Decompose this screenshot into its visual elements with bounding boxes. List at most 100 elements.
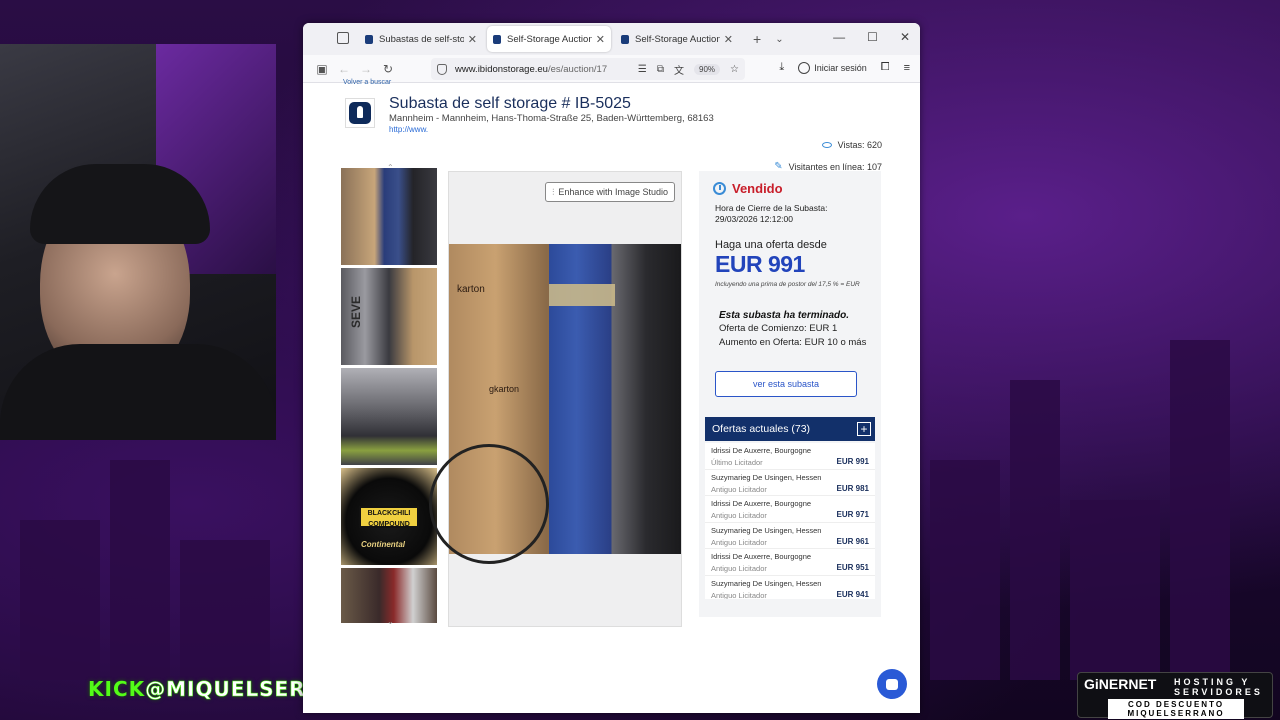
download-icon[interactable]: ⤓ [779,61,784,74]
bidder-name: Suzymarieg De Usingen, Hessen [711,525,822,535]
buyer-premium-note: Incluyendo una prima de postor del 17,5 … [715,281,860,288]
shield-icon[interactable] [437,63,447,75]
url-text[interactable]: www.ibidonstorage.eu/es/auction/17 [455,64,638,75]
sidebar-toggle-icon[interactable]: ▣ [311,62,333,76]
bid-increment: Aumento en Oferta: EUR 10 o más [719,337,867,348]
thumbnail-3[interactable] [341,368,437,465]
translate-icon[interactable]: 文 [674,62,684,77]
close-tab-icon[interactable]: ✕ [724,33,733,46]
bid-amount: EUR 941 [836,589,869,599]
bidder-name: Suzymarieg De Usingen, Hessen [711,578,822,588]
navigation-bar: ▣ ← → ↻ www.ibidonstorage.eu/es/auction/… [303,55,920,83]
new-tab-icon[interactable]: + [753,31,761,47]
thumbnail-5[interactable] [341,568,437,623]
facility-website-link[interactable]: http://www. [389,125,428,134]
enhance-image-button[interactable]: ⫶ Enhance with Image Studio [545,182,675,202]
close-tab-icon[interactable]: ✕ [596,33,605,46]
skyline-building [20,520,100,680]
browser-window: Subastas de self-storage ✕ Self-Storage … [303,23,920,713]
bidder-name: Idrissi De Auxerre, Bourgogne [711,552,812,561]
screenshot-icon[interactable]: ⧉ [657,64,664,75]
site-favicon-icon [621,34,629,44]
main-unit-photo[interactable]: karton gkarton [429,244,681,564]
views-text: Vistas: 620 [837,140,882,150]
ibidon-logo-icon [349,102,371,124]
tab-title: Self-Storage Auction IB [635,33,720,45]
toolbar-right: ⤓ Iniciar sesión ⧠ ≡ [779,61,910,74]
bid-row: Suzymarieg De Usingen, Hessen Antiguo Lic… [705,470,875,496]
facility-address: Mannheim - Mannheim, Hans-Thoma-Straße 2… [389,113,714,124]
bid-row: Suzymarieg De Usingen, Hessen Antiguo Lic… [705,523,875,549]
offer-from-label: Haga una oferta desde [715,239,827,251]
window-controls: — ☐ ✕ [833,30,910,44]
sign-in-label: Iniciar sesión [814,62,867,73]
chevron-down-icon[interactable]: ⌄ [775,34,783,45]
thumbnail-1[interactable] [341,168,437,265]
maximize-icon[interactable]: ☐ [867,30,878,44]
site-favicon-icon [493,34,501,44]
chat-button[interactable] [877,669,907,699]
back-to-search-link[interactable]: Volver a buscar [343,79,391,86]
bid-row: Idrissi De Auxerre, Bourgogne Antiguo Lic… [705,549,875,576]
tab-subastas[interactable]: Subastas de self-storage ✕ [359,26,483,52]
skyline-building [110,460,170,680]
clock-icon [713,182,726,195]
close-tab-icon[interactable]: ✕ [468,33,477,46]
bid-row: Idrissi De Auxerre, Bourgogne Antiguo Lic… [705,496,875,523]
skyline-building [1170,340,1230,680]
bidder-name: Suzymarieg De Usingen, Hessen [711,472,822,482]
bid-row: Suzymarieg De Usingen, Hessen Antiguo Lic… [705,576,875,600]
thumbnail-4[interactable]: BLACKCHILI COMPOUND Continental [341,468,437,565]
tab-list-icon[interactable] [337,32,349,44]
kick-handle-banner: KICK@MIQUELSERRA [88,677,338,705]
auction-ended-label: Esta subasta ha terminado. [719,310,850,321]
bidder-name: Idrissi De Auxerre, Bourgogne [711,446,812,455]
main-image-viewer: ⫶ Enhance with Image Studio karton gkarto… [429,171,682,627]
back-arrow-icon[interactable]: ← [333,62,355,76]
bookmark-star-icon[interactable]: ☆ [730,64,739,75]
extensions-icon[interactable]: ⧠ [881,61,890,74]
address-bar[interactable]: www.ibidonstorage.eu/es/auction/17 ☰ ⧉ 文… [431,58,745,80]
reader-view-icon[interactable]: ☰ [638,64,647,75]
auction-status-panel: Vendido Hora de Cierre de la Subasta: 29… [699,171,881,617]
sold-status: Vendido [713,181,783,196]
starting-bid: Oferta de Comienzo: EUR 1 [719,323,838,334]
photo-box-text: gkarton [489,384,520,394]
sign-in-button[interactable]: Iniciar sesión [798,61,867,74]
views-counter: Vistas: 620 [821,140,882,150]
sponsor-banner: GiNERNET HOSTING Y SERVIDORES COD DESCUE… [1077,672,1273,719]
bid-amount: EUR 981 [836,483,869,493]
thumbs-scroll-down-icon[interactable]: ⌄ [387,617,394,626]
minimize-icon[interactable]: — [833,30,845,44]
tab-bar: Subastas de self-storage ✕ Self-Storage … [303,23,920,55]
expand-plus-icon[interactable]: + [857,422,871,436]
view-auction-button[interactable]: ver esta subasta [715,371,857,397]
forward-arrow-icon[interactable]: → [355,62,377,76]
bid-amount: EUR 991 [836,457,869,466]
tab-auction[interactable]: Self-Storage Auction IB ✕ [615,26,739,52]
sponsor-tag: HOSTING Y SERVIDORES [1174,677,1263,697]
zoom-level[interactable]: 90% [694,63,721,75]
current-price: EUR 991 [715,251,805,277]
bidder-name: Idrissi De Auxerre, Bourgogne [711,499,812,508]
eye-icon [821,142,832,148]
sliders-icon: ⫶ [552,186,555,197]
tab-auction-active[interactable]: Self-Storage Auction IB ✕ [487,26,611,52]
kick-label: KICK [88,677,146,701]
tab-title: Subastas de self-storage [379,33,464,45]
current-bids-header[interactable]: Ofertas actuales (73) + [705,417,875,441]
streamer-body [0,344,276,440]
tab-title: Self-Storage Auction IB [507,33,592,45]
enhance-label: Enhance with Image Studio [558,187,668,197]
bid-amount: EUR 951 [836,563,869,572]
sponsor-code: COD DESCUENTO MIQUELSERRANO [1108,699,1244,719]
reload-icon[interactable]: ↻ [377,62,399,76]
skyline-building [930,460,1000,680]
close-time-block: Hora de Cierre de la Subasta: 29/03/2026… [715,203,827,225]
current-bids-title: Ofertas actuales (73) [712,423,811,435]
thumbnail-2[interactable]: SEVE [341,268,437,365]
close-window-icon[interactable]: ✕ [900,30,910,44]
streamer-cap [30,164,210,244]
menu-icon[interactable]: ≡ [904,62,910,74]
bids-list[interactable]: Idrissi De Auxerre, Bourgogne Último Lici… [705,443,875,599]
